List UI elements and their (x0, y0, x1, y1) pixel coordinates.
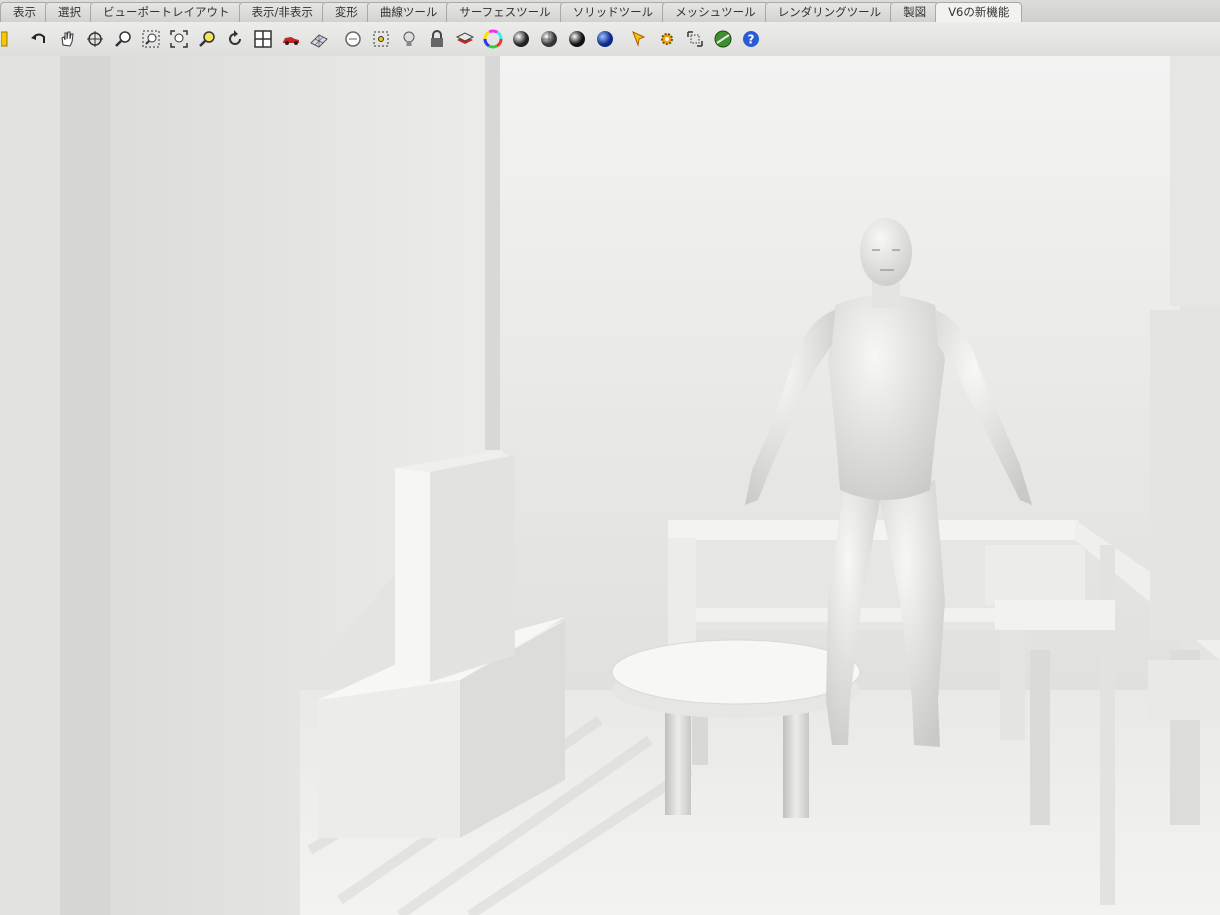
zoom-window-icon[interactable] (140, 28, 162, 50)
svg-text:?: ? (748, 33, 755, 47)
pointer-tool-icon[interactable] (628, 28, 650, 50)
grid-icon[interactable] (308, 28, 330, 50)
tab-viewport-layout[interactable]: ビューポートレイアウト (90, 2, 243, 22)
help-icon[interactable]: ? (740, 28, 762, 50)
settings-gear-icon[interactable] (656, 28, 678, 50)
zoom-dynamic-icon[interactable] (112, 28, 134, 50)
rendered-sphere-icon[interactable] (538, 28, 560, 50)
tab-drafting[interactable]: 製図 (890, 2, 940, 22)
globe-icon[interactable] (712, 28, 734, 50)
tab-solid-tools[interactable]: ソリッドツール (559, 2, 667, 22)
tab-curve-tools[interactable]: 曲線ツール (366, 2, 451, 22)
layer-icon[interactable] (454, 28, 476, 50)
pan-hand-icon[interactable] (56, 28, 78, 50)
main-toolbar: ? (0, 22, 1220, 57)
dimension-icon[interactable] (684, 28, 706, 50)
tab-select[interactable]: 選択 (45, 2, 94, 22)
shaded-sphere-icon[interactable] (510, 28, 532, 50)
new-file-icon[interactable] (0, 28, 22, 50)
tab-display[interactable]: 表示 (0, 2, 49, 22)
tv-panel (395, 450, 515, 682)
tab-transform[interactable]: 変形 (321, 2, 371, 22)
tab-v6-new-features[interactable]: V6の新機能 (935, 2, 1023, 22)
tab-render-tools[interactable]: レンダリングツール (764, 2, 895, 22)
tab-visibility[interactable]: 表示/非表示 (238, 2, 326, 22)
material-sphere-icon[interactable] (566, 28, 588, 50)
left-edge-wall (0, 56, 70, 915)
3d-viewport[interactable] (0, 56, 1220, 915)
tab-mesh-tools[interactable]: メッシュツール (662, 2, 769, 22)
menu-tab-bar: 表示 選択 ビューポートレイアウト 表示/非表示 変形 曲線ツール サーフェスツ… (0, 0, 1220, 22)
rotate-view-icon[interactable] (84, 28, 106, 50)
car-icon[interactable] (280, 28, 302, 50)
zoom-extents-icon[interactable] (168, 28, 190, 50)
right-wall (1170, 56, 1220, 306)
render-icon[interactable] (594, 28, 616, 50)
lock-icon[interactable] (426, 28, 448, 50)
tab-surface-tools[interactable]: サーフェスツール (446, 2, 564, 22)
rotate-icon[interactable] (224, 28, 246, 50)
undo-icon[interactable] (28, 28, 50, 50)
circle-option-icon[interactable] (342, 28, 364, 50)
zoom-selected-icon[interactable] (196, 28, 218, 50)
four-viewports-icon[interactable] (252, 28, 274, 50)
light-bulb-icon[interactable] (398, 28, 420, 50)
color-wheel-icon[interactable] (482, 28, 504, 50)
rendered-scene (0, 56, 1220, 915)
points-icon[interactable] (370, 28, 392, 50)
